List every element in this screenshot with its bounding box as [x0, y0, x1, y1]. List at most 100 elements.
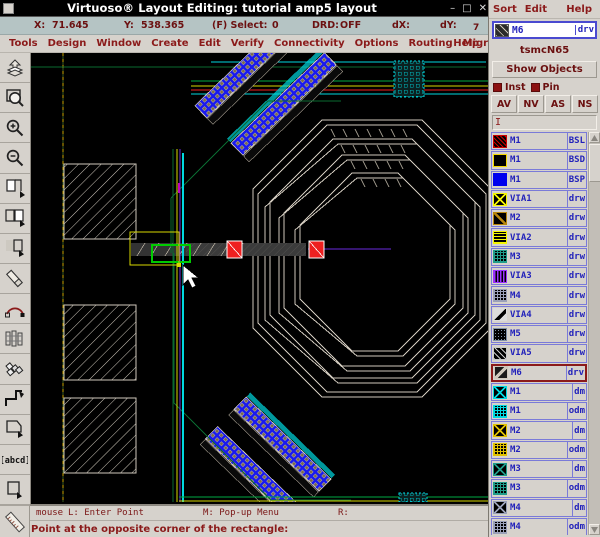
create-rectangle-icon[interactable]: [0, 474, 30, 506]
layer-swatch-m5-drw: [493, 327, 507, 341]
layer-purpose: drw: [566, 248, 586, 266]
scroll-up-arrow-icon[interactable]: [589, 132, 600, 143]
mouse-prefix: mouse: [36, 508, 64, 518]
layer-row-via2-drw[interactable]: VIA2 drw: [491, 228, 587, 247]
layer-name: M6: [511, 367, 522, 378]
layer-row-via1-drw[interactable]: VIA1 drw: [491, 189, 587, 209]
show-objects-button[interactable]: Show Objects: [492, 61, 597, 78]
layer-row-m1-dm[interactable]: M1 dm: [491, 382, 587, 402]
layer-row-m4-drw[interactable]: M4 drw: [491, 286, 587, 305]
current-layer-display[interactable]: M6 drv: [492, 21, 597, 39]
layout-canvas[interactable]: [31, 53, 490, 504]
layer-row-via3-drw[interactable]: VIA3 drw: [491, 267, 587, 286]
layer-swatch-m2-drw: [493, 211, 507, 225]
menu-item-tools[interactable]: Tools: [4, 38, 43, 49]
layer-row-m1-BSP[interactable]: M1 BSP: [491, 170, 587, 189]
layer-row-m6-drv[interactable]: M6 drv: [491, 363, 587, 382]
layer-purpose: drw: [566, 229, 586, 246]
layer-row-m5-drw[interactable]: M5 drw: [491, 324, 587, 344]
lsw-menu-bar: Sort Edit Help: [489, 0, 600, 19]
text-caret-icon: I: [495, 117, 502, 128]
layer-purpose: odm: [566, 480, 586, 497]
maximize-icon[interactable]: □: [462, 3, 471, 14]
menu-item-options[interactable]: Options: [350, 38, 404, 49]
menu-item-connectivity[interactable]: Connectivity: [269, 38, 350, 49]
pin-checkbox-box: [530, 82, 540, 92]
layer-purpose: BSL: [566, 133, 586, 150]
select-count-label: (F) Select:: [212, 20, 268, 31]
create-via-icon[interactable]: [0, 354, 30, 385]
all-selectable-button[interactable]: AS: [545, 95, 571, 113]
layer-swatch-via3-drw: [493, 269, 507, 283]
none-selectable-button[interactable]: NS: [572, 95, 598, 113]
layer-row-m2-dm[interactable]: M2 dm: [491, 421, 587, 440]
lsw-menu-edit[interactable]: Edit: [521, 4, 551, 15]
layer-row-m3-odm[interactable]: M3 odm: [491, 479, 587, 498]
layer-row-m1-BSD[interactable]: M1 BSD: [491, 151, 587, 170]
prompt-text: Point at the opposite corner of the rect…: [31, 523, 289, 535]
layer-name: M2: [510, 444, 521, 455]
fit-to-window-icon[interactable]: [0, 53, 30, 84]
visibility-buttons-row: AV NV AS NS: [489, 95, 600, 113]
zoom-in-icon[interactable]: [0, 113, 30, 144]
layer-name: M4: [510, 290, 521, 301]
layer-row-m4-dm[interactable]: M4 dm: [491, 498, 587, 517]
layer-filter-input[interactable]: I: [492, 115, 597, 130]
zoom-out-icon[interactable]: [0, 143, 30, 174]
layer-row-m3-dm[interactable]: M3 dm: [491, 460, 587, 479]
x-coordinate-value: 71.645: [52, 20, 89, 31]
stretch-icon[interactable]: [0, 173, 30, 204]
y-coordinate-value: 538.365: [141, 20, 185, 31]
zoom-region-icon[interactable]: [0, 83, 30, 114]
layer-purpose: dm: [572, 499, 586, 516]
menu-item-help[interactable]: Help: [448, 38, 484, 49]
layer-row-via4-drw[interactable]: VIA4 drw: [491, 305, 587, 324]
layer-list[interactable]: M1 BSL M1 BSD M1 BSP VIA1 drw M2 drw VIA2 drw M3 drw V…: [489, 132, 588, 535]
scrollbar-track[interactable]: [589, 143, 600, 524]
layer-list-container: M1 BSL M1 BSD M1 BSP VIA1 drw M2 drw VIA2 drw M3 drw V…: [489, 131, 600, 537]
move-icon[interactable]: [0, 233, 30, 264]
left-toolbar: [abcd]: [0, 53, 30, 506]
layer-row-m3-drw[interactable]: M3 drw: [491, 247, 587, 267]
copy-icon[interactable]: [0, 203, 30, 234]
delete-icon[interactable]: [0, 263, 30, 295]
layer-swatch-m2-dm: [493, 424, 507, 438]
create-label-icon[interactable]: [abcd]: [0, 444, 30, 475]
layer-row-m1-BSL[interactable]: M1 BSL: [491, 132, 587, 151]
minimize-icon[interactable]: –: [450, 3, 455, 14]
layer-row-via5-drw[interactable]: VIA5 drw: [491, 344, 587, 363]
scroll-down-arrow-icon[interactable]: [589, 524, 600, 535]
menu-item-window[interactable]: Window: [91, 38, 146, 49]
scrollbar-thumb[interactable]: [589, 144, 600, 182]
none-visible-button[interactable]: NV: [518, 95, 544, 113]
pin-checkbox[interactable]: Pin: [530, 82, 559, 93]
current-layer-name: M6: [512, 24, 524, 36]
create-path-icon[interactable]: [0, 384, 30, 415]
layout-canvas-container[interactable]: [30, 53, 490, 505]
layer-swatch-m2-odm: [493, 443, 507, 457]
menu-item-verify[interactable]: Verify: [226, 38, 269, 49]
layer-purpose: dm: [572, 422, 586, 439]
undo-icon[interactable]: [0, 294, 30, 325]
layer-row-m2-odm[interactable]: M2 odm: [491, 440, 587, 460]
menu-item-design[interactable]: Design: [43, 38, 92, 49]
create-instance-icon[interactable]: [0, 324, 30, 355]
lsw-menu-help[interactable]: Help: [562, 4, 596, 15]
create-ruler-icon[interactable]: [0, 505, 30, 537]
layer-row-m4-odm[interactable]: M4 odm: [491, 517, 587, 535]
create-polygon-icon[interactable]: [0, 414, 30, 445]
window-menu-icon[interactable]: [3, 2, 14, 14]
all-visible-button[interactable]: AV: [491, 95, 517, 113]
lsw-menu-sort[interactable]: Sort: [489, 4, 521, 15]
inst-checkbox-box: [493, 82, 502, 92]
menu-item-create[interactable]: Create: [146, 38, 193, 49]
layer-purpose: drw: [566, 287, 586, 304]
current-layer-purpose: drv: [574, 25, 594, 35]
layer-row-m2-drw[interactable]: M2 drw: [491, 209, 587, 228]
menu-item-edit[interactable]: Edit: [194, 38, 226, 49]
close-icon[interactable]: ✕: [479, 3, 487, 14]
layer-swatch-m4-dm: [493, 501, 507, 515]
layer-list-scrollbar[interactable]: [588, 132, 600, 535]
layer-row-m1-odm[interactable]: M1 odm: [491, 402, 587, 421]
inst-checkbox[interactable]: Inst: [493, 82, 526, 93]
